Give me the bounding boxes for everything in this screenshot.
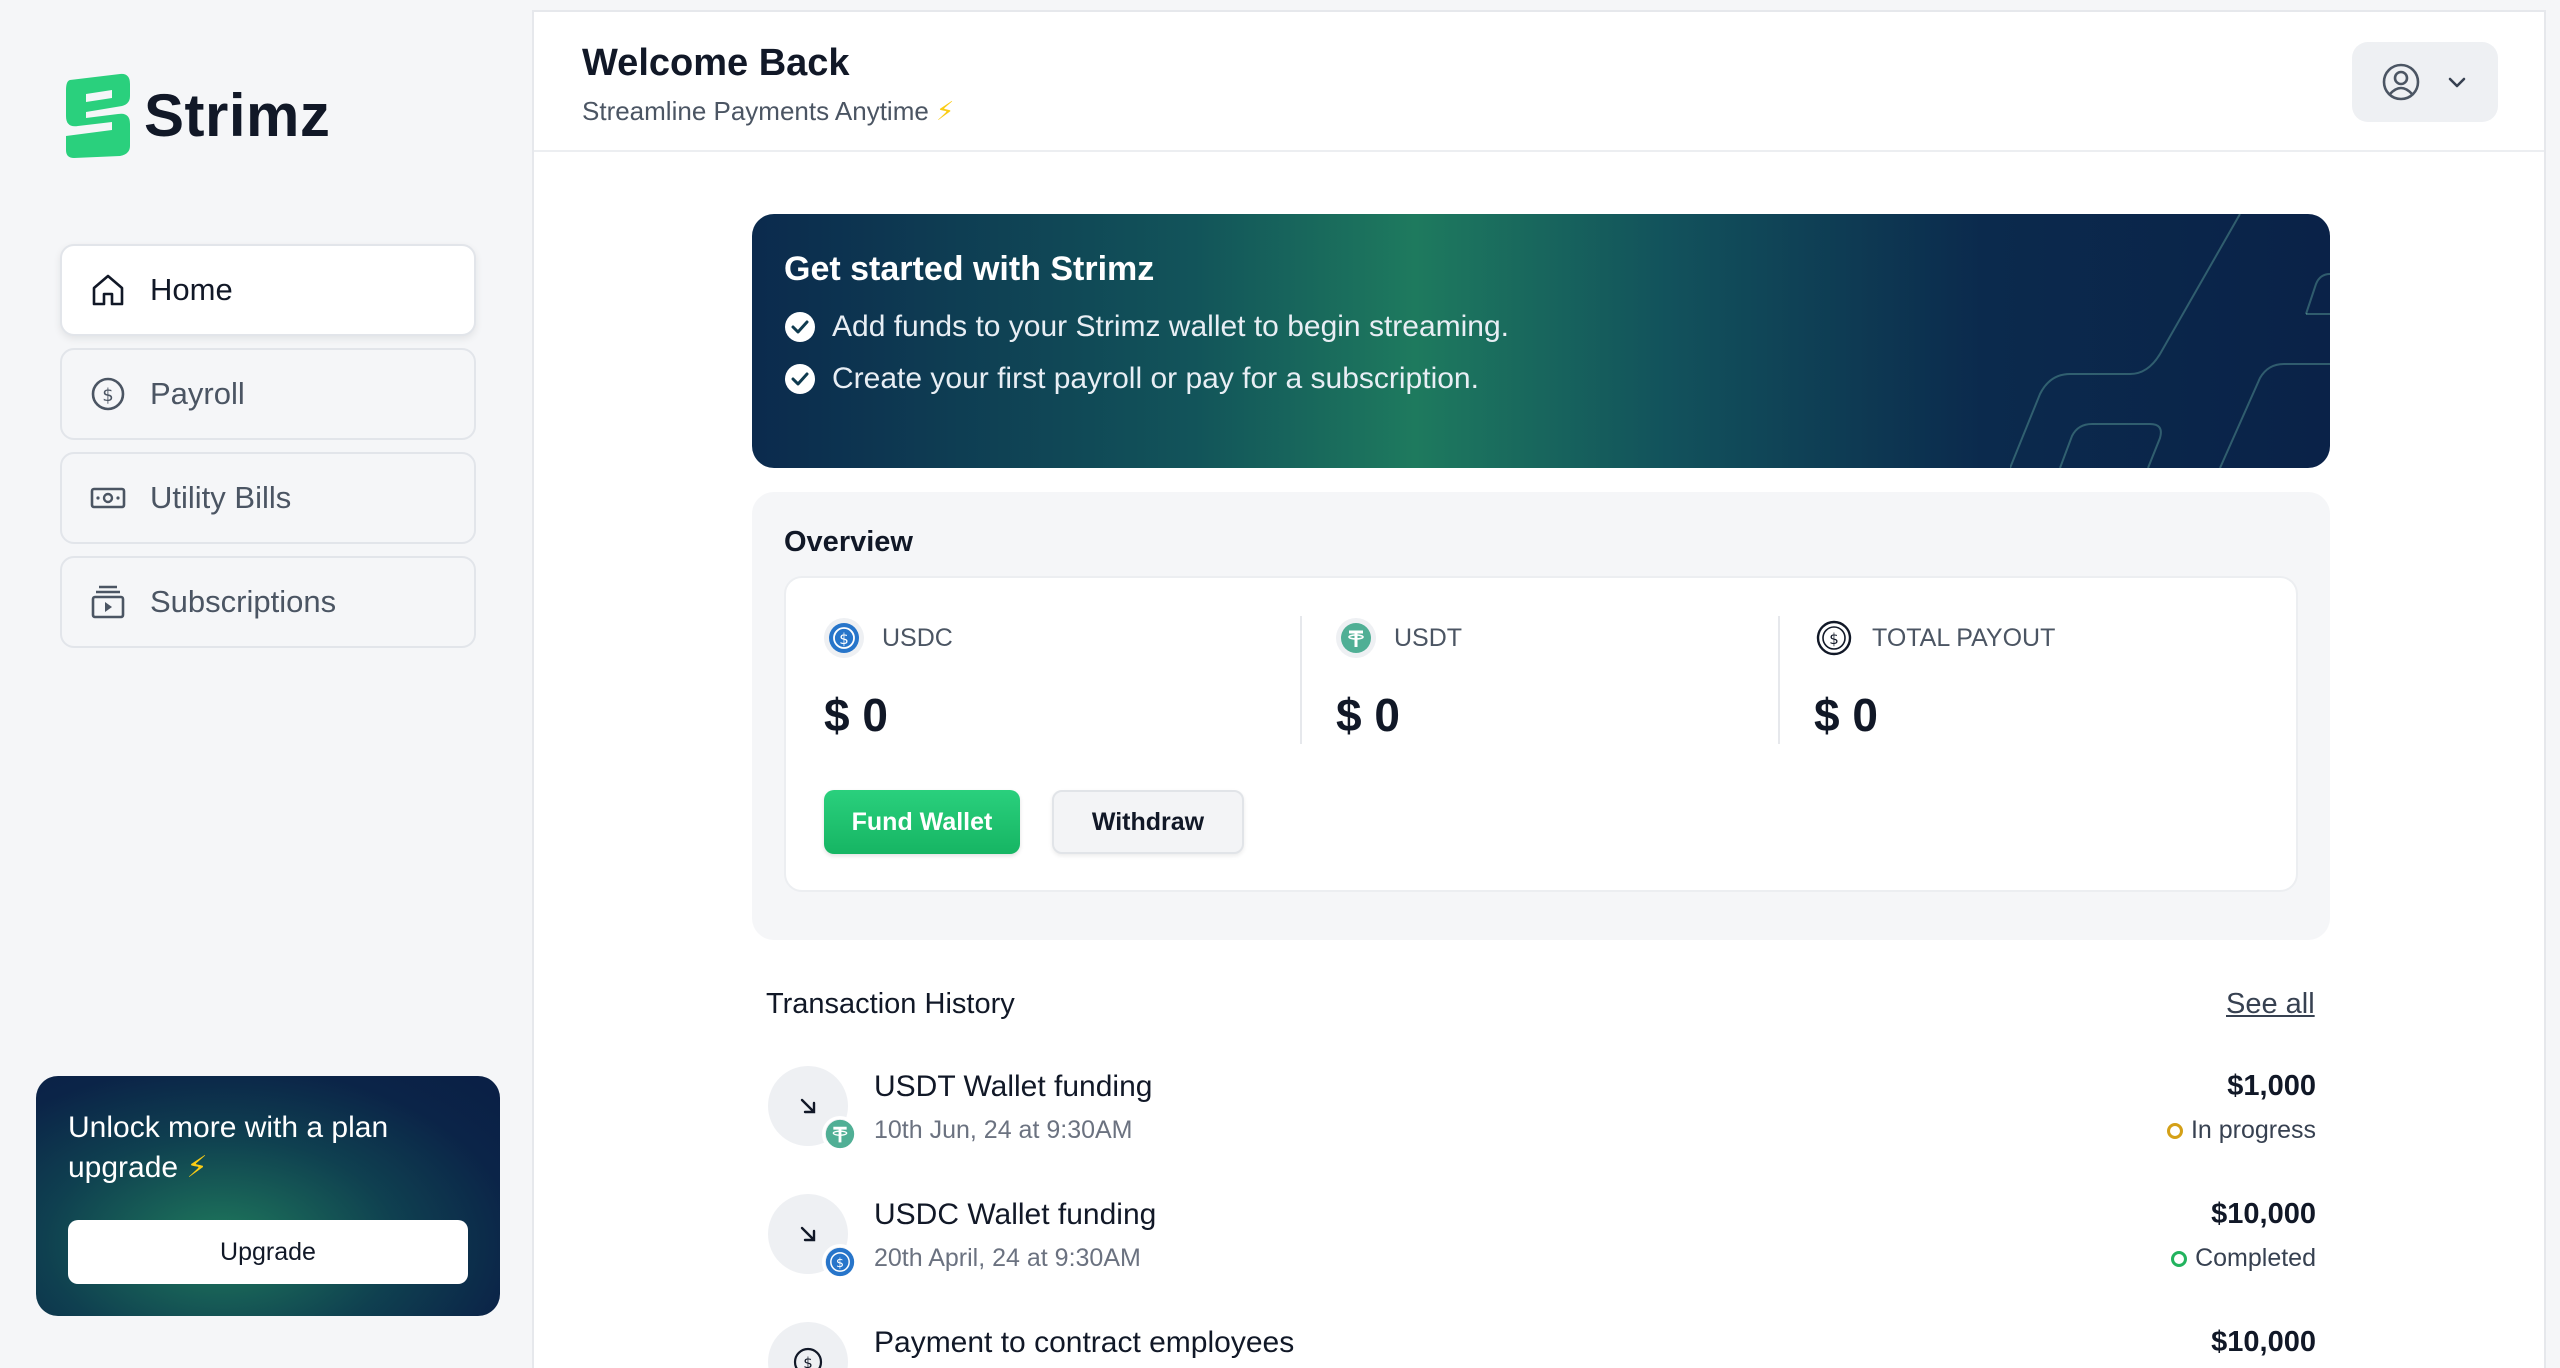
sidebar-item-label: Home bbox=[150, 272, 233, 307]
stat-usdt: USDT $ 0 bbox=[1336, 618, 1796, 742]
transaction-row[interactable]: $ Payment to contract employees $10,000 bbox=[768, 1322, 2316, 1368]
transaction-amount: $10,000 bbox=[2211, 1198, 2316, 1230]
transaction-amount: $10,000 bbox=[2211, 1326, 2316, 1358]
status-dot-icon bbox=[2166, 1122, 2183, 1139]
upgrade-title-text: Unlock more with a plan upgrade bbox=[68, 1111, 389, 1184]
brand-name: Strimz bbox=[144, 81, 331, 149]
transaction-date: 10th Jun, 24 at 9:30AM bbox=[874, 1116, 1133, 1144]
check-circle-icon bbox=[785, 312, 815, 342]
stat-label: TOTAL PAYOUT bbox=[1872, 623, 2056, 652]
transaction-date: 20th April, 24 at 9:30AM bbox=[874, 1244, 1141, 1272]
status-dot-icon bbox=[2171, 1250, 2188, 1267]
upgrade-card: Unlock more with a plan upgrade ⚡ Upgrad… bbox=[36, 1076, 500, 1316]
stat-value: $ 0 bbox=[1814, 689, 1878, 741]
fund-wallet-button[interactable]: Fund Wallet bbox=[824, 790, 1020, 854]
dollar-circle-icon: $ bbox=[1814, 618, 1854, 658]
transaction-name: USDC Wallet funding bbox=[874, 1198, 1157, 1231]
transaction-history-title: Transaction History bbox=[766, 988, 1015, 1020]
top-bar: Welcome Back Streamline Payments Anytime… bbox=[534, 12, 2544, 152]
user-menu-button[interactable] bbox=[2352, 42, 2498, 122]
status-text: In progress bbox=[2190, 1116, 2316, 1144]
status-badge: Completed bbox=[2171, 1244, 2316, 1273]
overview-title: Overview bbox=[784, 526, 913, 558]
page-subtitle: Streamline Payments Anytime ⚡ bbox=[582, 96, 954, 127]
dollar-circle-icon: $ bbox=[768, 1322, 848, 1368]
usdt-icon bbox=[822, 1116, 858, 1152]
check-circle-icon bbox=[785, 364, 815, 394]
banner-decoration bbox=[2010, 214, 2330, 468]
stat-total-payout: $ TOTAL PAYOUT $ 0 bbox=[1814, 618, 2274, 742]
svg-text:$: $ bbox=[1829, 630, 1839, 648]
divider bbox=[1300, 616, 1302, 744]
stat-value: $ 0 bbox=[824, 689, 888, 741]
usdt-icon bbox=[1336, 618, 1376, 658]
strimz-logo-icon bbox=[66, 73, 130, 158]
user-avatar-icon bbox=[2382, 63, 2420, 101]
dollar-circle-icon: $ bbox=[91, 377, 125, 411]
transaction-name: Payment to contract employees bbox=[874, 1326, 1295, 1359]
usdc-icon: $ bbox=[824, 618, 864, 658]
usdc-icon: $ bbox=[822, 1244, 858, 1280]
page-subtitle-text: Streamline Payments Anytime bbox=[582, 96, 929, 126]
upgrade-title: Unlock more with a plan upgrade ⚡ bbox=[68, 1108, 468, 1188]
overview-card: $ USDC $ 0 USDT $ 0 $ TOTAL PAYOUT $ 0 F… bbox=[784, 576, 2298, 892]
stat-label: USDC bbox=[882, 623, 953, 652]
svg-text:$: $ bbox=[102, 385, 113, 406]
subscriptions-icon bbox=[91, 585, 125, 619]
banner-title: Get started with Strimz bbox=[784, 250, 1155, 288]
banner-item-text: Create your first payroll or pay for a s… bbox=[832, 362, 1479, 395]
get-started-banner: Get started with Strimz Add funds to you… bbox=[752, 214, 2330, 468]
bolt-icon: ⚡ bbox=[186, 1151, 208, 1184]
transaction-amount: $1,000 bbox=[2227, 1070, 2316, 1102]
bolt-icon: ⚡ bbox=[936, 96, 955, 126]
transaction-row[interactable]: $ USDC Wallet funding 20th April, 24 at … bbox=[768, 1194, 2316, 1294]
sidebar-item-utility-bills[interactable]: Utility Bills bbox=[60, 452, 476, 544]
divider bbox=[1778, 616, 1780, 744]
banner-item: Create your first payroll or pay for a s… bbox=[784, 362, 1479, 396]
withdraw-button[interactable]: Withdraw bbox=[1052, 790, 1244, 854]
sidebar-item-label: Utility Bills bbox=[150, 480, 292, 515]
status-text: Completed bbox=[2195, 1244, 2316, 1272]
banner-item: Add funds to your Strimz wallet to begin… bbox=[784, 310, 1509, 344]
sidebar-item-label: Subscriptions bbox=[150, 584, 337, 619]
banknote-icon bbox=[90, 487, 126, 509]
see-all-link[interactable]: See all bbox=[2226, 988, 2315, 1021]
transaction-row[interactable]: USDT Wallet funding 10th Jun, 24 at 9:30… bbox=[768, 1066, 2316, 1166]
overview-section: Overview $ USDC $ 0 USDT $ 0 $ TOTAL PAY… bbox=[752, 492, 2330, 940]
sidebar-nav: Home $ Payroll Utility Bills Subscriptio… bbox=[60, 244, 476, 660]
chevron-down-icon bbox=[2448, 77, 2466, 88]
status-badge: In progress bbox=[2166, 1116, 2316, 1145]
svg-text:$: $ bbox=[839, 630, 849, 648]
stat-label: USDT bbox=[1394, 623, 1463, 652]
stat-value: $ 0 bbox=[1336, 689, 1400, 741]
sidebar-item-payroll[interactable]: $ Payroll bbox=[60, 348, 476, 440]
sidebar-item-label: Payroll bbox=[150, 376, 245, 411]
svg-text:$: $ bbox=[803, 1354, 813, 1368]
upgrade-button[interactable]: Upgrade bbox=[68, 1220, 468, 1284]
banner-item-text: Add funds to your Strimz wallet to begin… bbox=[832, 310, 1509, 343]
main-content: Welcome Back Streamline Payments Anytime… bbox=[532, 10, 2546, 1368]
sidebar-item-subscriptions[interactable]: Subscriptions bbox=[60, 556, 476, 648]
sidebar: Strimz Home $ Payroll Utility Bills Subs… bbox=[0, 0, 532, 1368]
sidebar-item-home[interactable]: Home bbox=[60, 244, 476, 336]
transaction-name: USDT Wallet funding bbox=[874, 1070, 1153, 1103]
page-title: Welcome Back bbox=[582, 42, 850, 84]
home-icon bbox=[92, 274, 124, 306]
svg-text:$: $ bbox=[836, 1255, 844, 1270]
stat-usdc: $ USDC $ 0 bbox=[824, 618, 1284, 742]
brand-logo[interactable]: Strimz bbox=[60, 72, 330, 158]
